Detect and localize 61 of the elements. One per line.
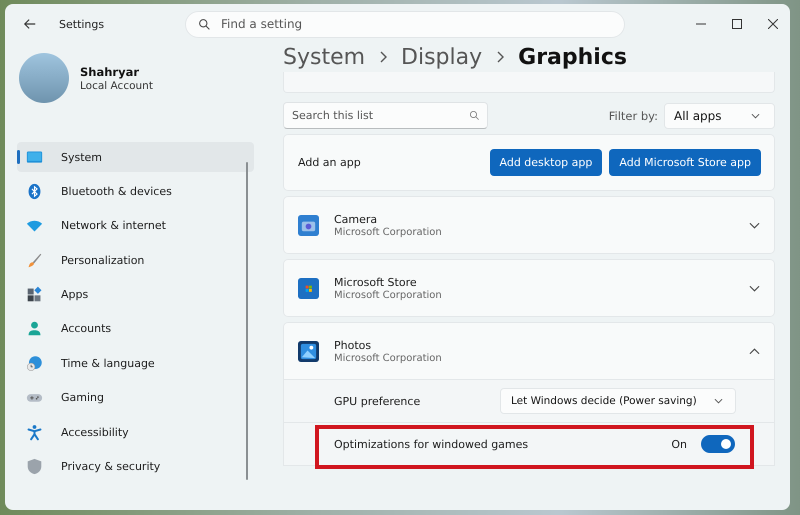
add-app-label: Add an app (298, 156, 361, 169)
breadcrumb-item[interactable]: Display (401, 44, 482, 70)
app-row[interactable]: Photos Microsoft Corporation (283, 322, 775, 380)
chevron-down-icon (749, 222, 760, 228)
add-app-button[interactable]: Add Microsoft Store app (609, 149, 761, 176)
back-arrow-icon[interactable] (23, 17, 37, 31)
apps-icon (26, 286, 43, 304)
nav-item[interactable]: Personalization (17, 245, 254, 276)
person-icon (26, 320, 43, 338)
nav-item[interactable]: Time & language (17, 348, 254, 378)
chevron-up-icon (749, 348, 760, 354)
nav-item[interactable]: Network & internet (17, 210, 254, 241)
system-icon (26, 148, 43, 166)
nav-item[interactable]: Privacy & security (17, 452, 254, 482)
app-name: Camera (334, 212, 378, 226)
setting-label: GPU preference (334, 394, 420, 408)
camera-app-icon (298, 214, 319, 236)
nav-item[interactable]: Apps (17, 280, 254, 310)
find-setting-field[interactable]: Find a setting (185, 10, 625, 38)
app-name: Microsoft Store (334, 276, 418, 288)
filter-label: Filter by: (608, 108, 658, 122)
gpu-preference-dropdown[interactable]: Let Windows decide (Power saving) (500, 388, 736, 414)
search-icon (198, 18, 211, 30)
user-name: Shahryar (80, 64, 140, 78)
app-publisher: Microsoft Corporation (334, 352, 443, 364)
accessibility-icon (26, 424, 43, 441)
search-list-field[interactable]: Search this list (283, 102, 488, 129)
brush-icon (26, 252, 43, 269)
chevron-down-icon (751, 112, 760, 118)
breadcrumb-item[interactable]: System (283, 44, 366, 70)
app-row[interactable]: Camera Microsoft Corporation (283, 196, 775, 254)
nav-item[interactable]: Accounts (17, 314, 254, 344)
nav-item[interactable]: Accessibility (17, 417, 254, 448)
chevron-down-icon (749, 284, 760, 292)
store-app-icon (298, 278, 319, 298)
filter-dropdown[interactable]: All apps (664, 102, 775, 128)
setting-label: Optimizations for windowed games (334, 438, 528, 450)
nav-item[interactable]: System (17, 142, 254, 172)
bluetooth-icon (26, 182, 43, 200)
globe-icon (26, 354, 43, 372)
app-name: Photos (334, 338, 372, 352)
avatar-photo-placeholder (19, 53, 69, 103)
search-icon (469, 110, 480, 121)
nav-item[interactable]: Gaming (17, 382, 254, 413)
window-title: Settings (59, 18, 104, 30)
account-type: Local Account (80, 80, 153, 92)
shield-icon (26, 458, 43, 476)
add-app-button[interactable]: Add desktop app (490, 149, 602, 176)
chevron-down-icon (714, 398, 723, 404)
chevron-right-icon (379, 51, 388, 63)
breadcrumb-item: Graphics (518, 44, 627, 70)
app-publisher: Microsoft Corporation (334, 290, 443, 300)
photos-app-icon (298, 340, 319, 362)
app-publisher: Microsoft Corporation (334, 226, 443, 238)
app-row[interactable]: Microsoft Store Microsoft Corporation (283, 259, 775, 317)
toggle-switch[interactable] (701, 435, 735, 453)
toggle-state-text: On (671, 438, 687, 450)
maximize-icon[interactable] (732, 19, 742, 29)
close-icon[interactable] (768, 19, 778, 29)
nav-item[interactable]: Bluetooth & devices (17, 176, 254, 206)
chevron-right-icon (496, 51, 504, 63)
